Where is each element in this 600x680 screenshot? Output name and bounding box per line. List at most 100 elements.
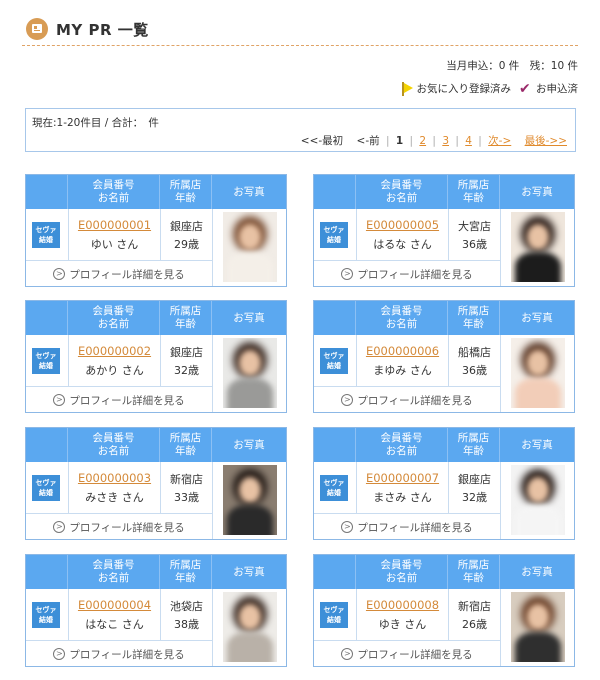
store-header: 所属店 <box>169 559 202 571</box>
chevron-right-icon: > <box>341 648 354 660</box>
profile-detail-link[interactable]: > プロフィール詳細を見る <box>314 262 500 286</box>
member-name: ゆい さん <box>90 238 139 251</box>
member-store: 新宿店 <box>458 600 491 613</box>
member-store: 池袋店 <box>170 600 203 613</box>
member-name: ゆき さん <box>378 618 427 631</box>
member-photo[interactable] <box>511 212 565 282</box>
profile-detail-link[interactable]: > プロフィール詳細を見る <box>314 642 500 666</box>
member-id-header: 会員番号 <box>92 559 135 571</box>
member-id-header: 会員番号 <box>380 559 423 571</box>
member-id-link[interactable]: E000000002 <box>69 344 160 358</box>
age-header: 年齢 <box>175 445 196 457</box>
pager-first[interactable]: <<-最初 <box>301 135 343 147</box>
store-header: 所属店 <box>169 432 202 444</box>
member-name: みさき さん <box>85 491 144 504</box>
store-header: 所属店 <box>169 305 202 317</box>
member-name-header: お名前 <box>385 572 418 584</box>
member-id-link[interactable]: E000000004 <box>69 598 160 612</box>
member-store: 新宿店 <box>170 473 203 486</box>
pager: 現在:1-20件目 / 合計： 件 <<-最初 <-前 | 1 | 2 | 3 … <box>25 108 576 152</box>
card-header: 会員番号 お名前 所属店 年齢 お写真 <box>314 301 574 335</box>
pager-page-3[interactable]: 3 <box>442 135 449 147</box>
profile-detail-link[interactable]: > プロフィール詳細を見る <box>314 515 500 539</box>
photo-header: お写真 <box>233 311 265 324</box>
chevron-right-icon: > <box>53 394 66 406</box>
brand-logo: セヴァ 結婚 <box>32 602 60 628</box>
member-id-link[interactable]: E000000007 <box>357 471 448 485</box>
pager-prev[interactable]: <-前 <box>357 135 380 147</box>
member-id-link[interactable]: E000000001 <box>69 218 160 232</box>
profile-detail-label: プロフィール詳細を見る <box>357 521 473 534</box>
member-name-header: お名前 <box>97 572 130 584</box>
member-store: 大宮店 <box>458 220 491 233</box>
pager-page-4[interactable]: 4 <box>465 135 472 147</box>
pager-last[interactable]: 最後->> <box>525 135 567 147</box>
age-header: 年齢 <box>463 572 484 584</box>
profile-detail-label: プロフィール詳細を見る <box>357 268 473 281</box>
member-store: 船橋店 <box>458 346 491 359</box>
chevron-right-icon: > <box>53 268 66 280</box>
member-card: 会員番号 お名前 所属店 年齢 お写真 セヴァ 結婚 E000000002 あか… <box>25 300 287 413</box>
member-card: 会員番号 お名前 所属店 年齢 お写真 セヴァ 結婚 E000000001 ゆい… <box>25 174 287 287</box>
profile-detail-link[interactable]: > プロフィール詳細を見る <box>314 388 500 412</box>
member-age: 29歳 <box>174 238 199 251</box>
age-header: 年齢 <box>463 445 484 457</box>
member-name-header: お名前 <box>385 318 418 330</box>
member-id-header: 会員番号 <box>92 305 135 317</box>
member-id-link[interactable]: E000000008 <box>357 598 448 612</box>
store-header: 所属店 <box>169 179 202 191</box>
member-id-link[interactable]: E000000005 <box>357 218 448 232</box>
card-header: 会員番号 お名前 所属店 年齢 お写真 <box>26 301 286 335</box>
member-name: はるな さん <box>373 238 432 251</box>
member-age: 32歳 <box>462 491 487 504</box>
chevron-right-icon: > <box>53 648 66 660</box>
brand-logo: セヴァ 結婚 <box>320 222 348 248</box>
brand-logo: セヴァ 結婚 <box>320 475 348 501</box>
photo-header: お写真 <box>233 438 265 451</box>
member-name: あかり さん <box>85 364 144 377</box>
member-age: 36歳 <box>462 238 487 251</box>
store-header: 所属店 <box>457 432 490 444</box>
pager-page-2[interactable]: 2 <box>419 135 426 147</box>
pager-next[interactable]: 次-> <box>488 135 511 147</box>
profile-detail-link[interactable]: > プロフィール詳細を見る <box>26 262 212 286</box>
member-photo[interactable] <box>223 465 277 535</box>
member-age: 26歳 <box>462 618 487 631</box>
member-store: 銀座店 <box>170 346 203 359</box>
member-photo[interactable] <box>223 592 277 662</box>
document-icon <box>26 18 48 40</box>
application-status: 当月申込：0 件 残：10 件 <box>446 60 578 72</box>
member-card: 会員番号 お名前 所属店 年齢 お写真 セヴァ 結婚 E000000007 まさ… <box>313 427 575 540</box>
member-id-header: 会員番号 <box>380 179 423 191</box>
card-header: 会員番号 お名前 所属店 年齢 お写真 <box>314 428 574 462</box>
pager-current-range: 現在:1-20件目 / 合計： 件 <box>32 117 159 129</box>
profile-detail-label: プロフィール詳細を見る <box>69 394 185 407</box>
profile-detail-label: プロフィール詳細を見る <box>357 394 473 407</box>
member-photo[interactable] <box>511 592 565 662</box>
member-card: 会員番号 お名前 所属店 年齢 お写真 セヴァ 結婚 E000000006 まゆ… <box>313 300 575 413</box>
chevron-right-icon: > <box>341 394 354 406</box>
profile-detail-link[interactable]: > プロフィール詳細を見る <box>26 515 212 539</box>
store-header: 所属店 <box>457 559 490 571</box>
member-photo[interactable] <box>511 465 565 535</box>
brand-logo: セヴァ 結婚 <box>320 602 348 628</box>
member-photo[interactable] <box>223 212 277 282</box>
profile-detail-link[interactable]: > プロフィール詳細を見る <box>26 642 212 666</box>
member-id-header: 会員番号 <box>380 305 423 317</box>
member-photo[interactable] <box>223 338 277 408</box>
member-photo[interactable] <box>511 338 565 408</box>
age-header: 年齢 <box>175 572 196 584</box>
card-header: 会員番号 お名前 所属店 年齢 お写真 <box>314 555 574 589</box>
member-id-link[interactable]: E000000006 <box>357 344 448 358</box>
favorite-legend-label: お気に入り登録済み <box>416 83 512 95</box>
profile-detail-link[interactable]: > プロフィール詳細を見る <box>26 388 212 412</box>
photo-header: お写真 <box>521 438 553 451</box>
profile-detail-label: プロフィール詳細を見る <box>69 268 185 281</box>
member-age: 33歳 <box>174 491 199 504</box>
member-id-header: 会員番号 <box>92 432 135 444</box>
store-header: 所属店 <box>457 179 490 191</box>
chevron-right-icon: > <box>341 268 354 280</box>
member-name-header: お名前 <box>385 445 418 457</box>
applied-legend-label: お申込済 <box>536 83 578 95</box>
member-id-link[interactable]: E000000003 <box>69 471 160 485</box>
